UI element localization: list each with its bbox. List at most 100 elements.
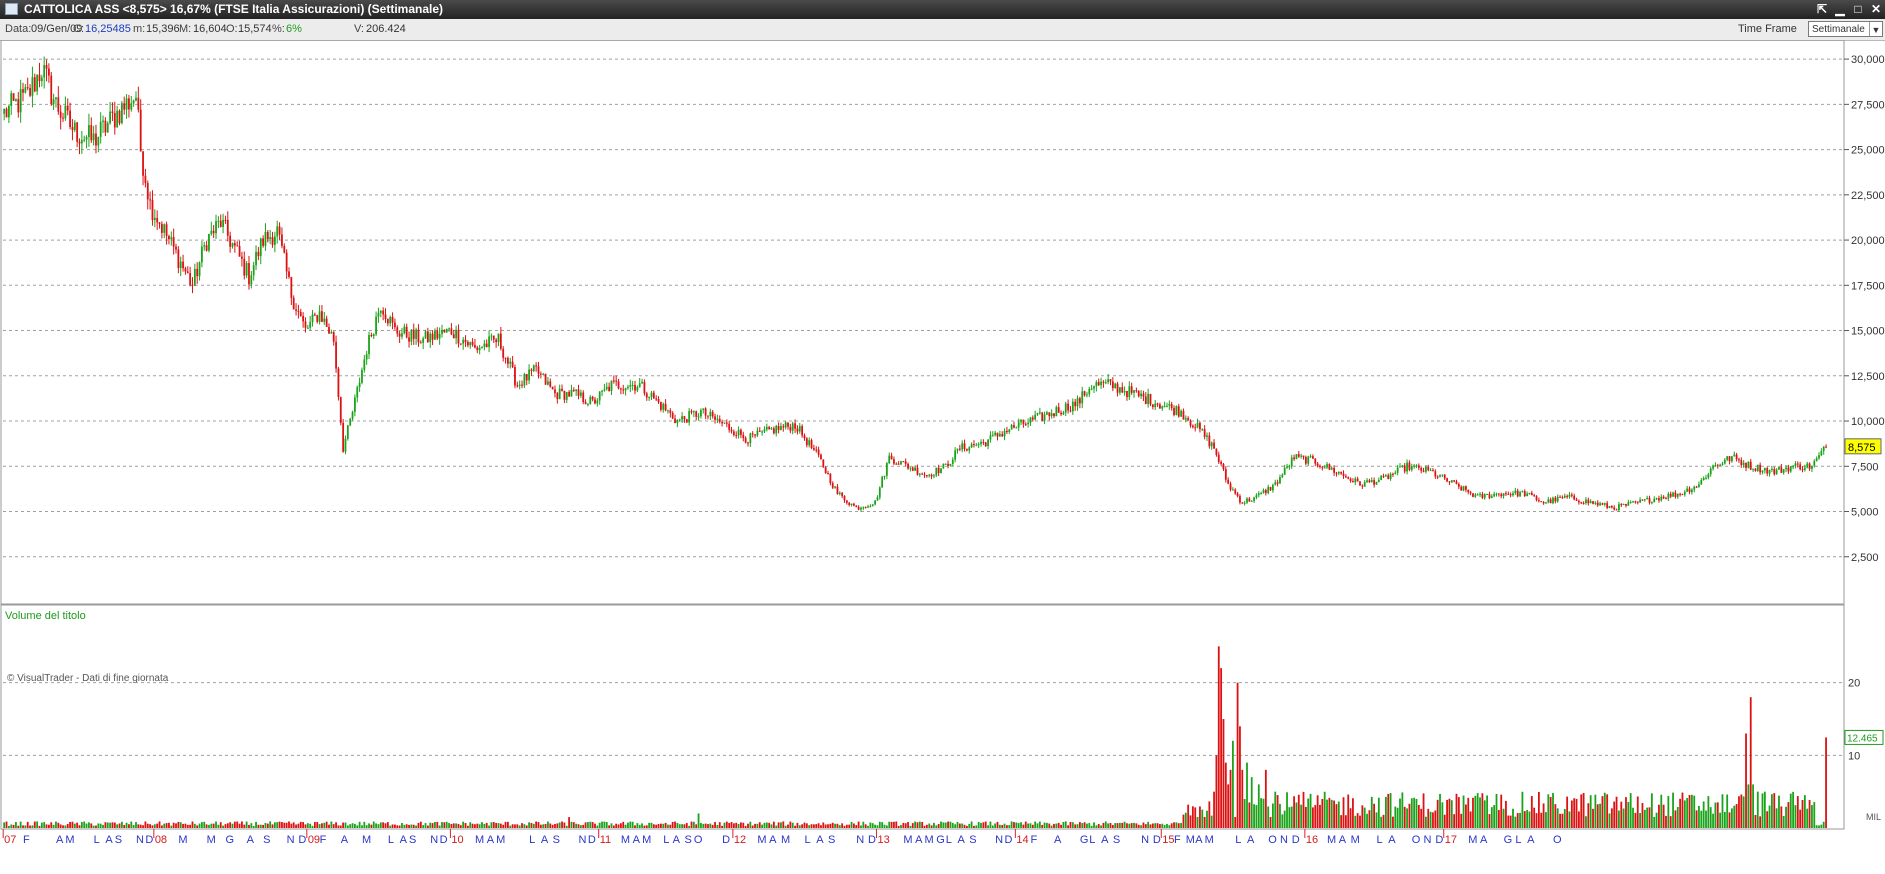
volume-bar	[1038, 821, 1041, 828]
price-candle-body	[1175, 406, 1178, 415]
volume-bar	[1286, 792, 1288, 828]
volume-bar	[1448, 798, 1451, 828]
volume-bar	[1683, 800, 1686, 828]
volume-bar	[1693, 795, 1696, 828]
close-icon[interactable]: ✕	[1867, 0, 1885, 19]
price-candle-body	[1036, 413, 1039, 415]
volume-bar	[212, 823, 215, 828]
volume-bar	[989, 821, 992, 828]
volume-bar	[850, 821, 853, 828]
price-candle-body	[594, 399, 596, 404]
price-candle-body	[1474, 494, 1477, 497]
volume-bar	[497, 823, 500, 828]
volume-bar	[1580, 794, 1583, 828]
price-candle-body	[1549, 499, 1552, 504]
volume-bar	[1229, 769, 1232, 828]
price-candle-body	[231, 243, 234, 247]
volume-bar	[1759, 816, 1762, 828]
price-candle-body	[855, 505, 858, 507]
volume-bar	[1380, 816, 1383, 828]
price-candle-body	[168, 235, 170, 240]
volume-bar	[342, 822, 345, 828]
volume-bar	[853, 823, 855, 828]
month-label: D	[440, 834, 448, 846]
chevron-down-icon[interactable]: ▼	[1869, 22, 1882, 36]
price-candle-body	[690, 411, 693, 413]
price-candle-body	[382, 310, 385, 315]
price-candle-body	[1754, 468, 1757, 471]
volume-bar	[949, 821, 952, 828]
month-label: O	[1412, 834, 1421, 846]
volume-bar	[1519, 812, 1521, 828]
price-candle-body	[973, 444, 975, 446]
price-candle-body	[1300, 455, 1303, 457]
price-candle-body	[1528, 492, 1531, 494]
volume-bar	[179, 822, 182, 828]
price-candle-body	[116, 110, 119, 128]
volume-bar	[40, 822, 43, 828]
price-candle-body	[323, 318, 326, 322]
volume-bar	[346, 825, 349, 828]
volume-bar	[144, 821, 147, 828]
price-candle-body	[1526, 493, 1529, 496]
volume-bar	[1116, 823, 1119, 828]
volume-bar	[615, 823, 618, 828]
price-candle-body	[1107, 379, 1110, 383]
month-label: S	[115, 834, 122, 846]
price-candle-body	[650, 392, 653, 397]
volume-bar	[514, 824, 516, 828]
timeframe-select[interactable]: Settimanale ▼	[1808, 21, 1883, 37]
maximize-icon[interactable]: □	[1849, 0, 1867, 19]
price-candle-body	[794, 423, 796, 429]
volume-bar	[1650, 793, 1653, 828]
price-candle-body	[1368, 480, 1371, 483]
price-candle-body	[158, 222, 161, 224]
month-label: L	[663, 834, 669, 846]
price-candle-body	[332, 332, 335, 342]
price-candle-body	[539, 373, 542, 375]
volume-bar	[1528, 811, 1531, 828]
price-candle-body	[1180, 410, 1182, 417]
price-candle-body	[76, 122, 79, 142]
volume-bar	[1801, 800, 1804, 828]
volume-bar	[655, 824, 658, 828]
volume-bar	[1194, 807, 1197, 828]
volume-bar	[415, 825, 417, 828]
price-candle-body	[991, 435, 994, 437]
price-candle-body	[497, 333, 500, 343]
volume-bar	[921, 822, 924, 828]
price-candle-body	[1542, 502, 1545, 504]
price-candle-body	[841, 492, 844, 497]
price-candle-body	[1702, 478, 1705, 481]
close-value: 16,25485	[85, 23, 131, 35]
volume-bar	[923, 825, 926, 828]
month-label: S	[828, 834, 835, 846]
date-label: Data:	[5, 23, 32, 35]
volume-bar	[76, 822, 79, 828]
price-candle-body	[556, 393, 559, 400]
volume-bar	[1403, 806, 1406, 828]
price-candle-body	[780, 426, 782, 430]
volume-bar	[815, 824, 818, 828]
price-candle-body	[1384, 475, 1387, 477]
restore-icon[interactable]: ⇱	[1813, 0, 1831, 19]
volume-bar	[1274, 791, 1277, 828]
price-candle-body	[111, 111, 114, 114]
month-label: A	[487, 834, 495, 846]
price-candle-body	[619, 388, 622, 390]
price-candle-body	[43, 65, 46, 78]
volume-bar	[544, 823, 547, 828]
volume-bar	[1276, 795, 1279, 828]
volume-bar	[1359, 815, 1361, 828]
price-candle-body	[775, 425, 778, 434]
volume-bar	[855, 825, 858, 828]
minimize-icon[interactable]: ▁	[1831, 0, 1849, 19]
volume-bar	[1272, 803, 1274, 828]
price-candle-body	[801, 426, 804, 436]
volume-bar	[1312, 807, 1314, 828]
price-candle-body	[1003, 430, 1006, 437]
price-candle-body	[1168, 404, 1171, 406]
price-candle-body	[172, 237, 175, 247]
price-candle-body	[695, 411, 698, 417]
volume-bar	[1820, 824, 1823, 828]
